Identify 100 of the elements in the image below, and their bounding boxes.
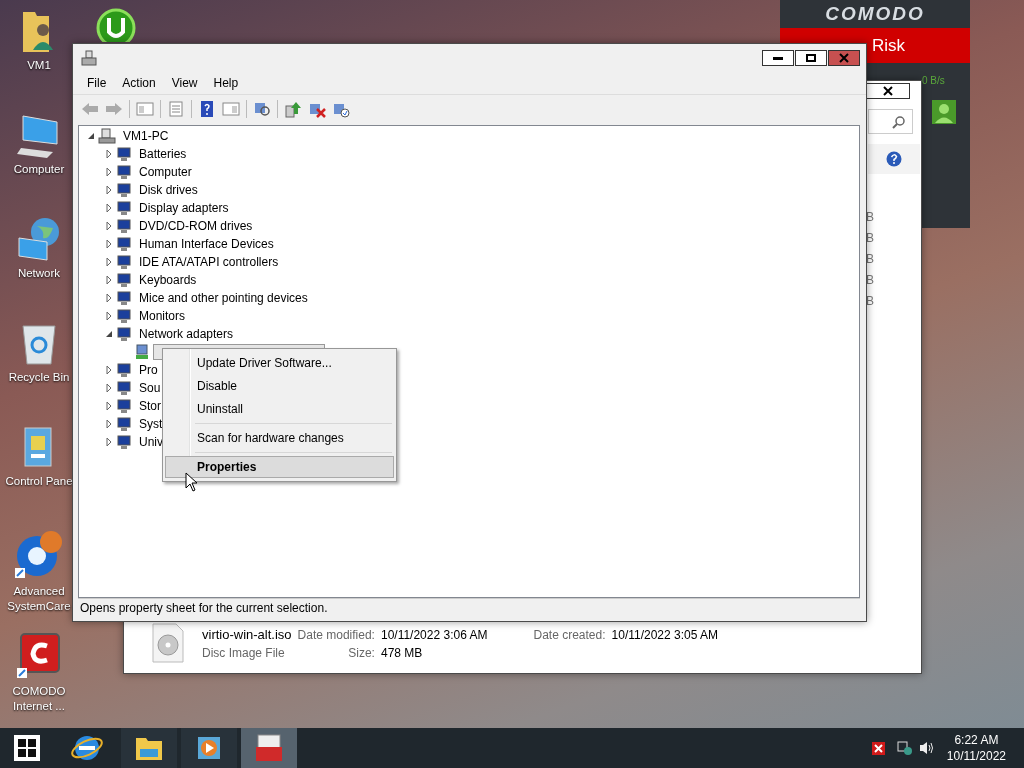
field-label: Date created:: [533, 627, 606, 642]
device-icon: [116, 326, 132, 342]
app-shortcut-icon[interactable]: [95, 8, 137, 42]
expand-arrow-icon[interactable]: [105, 168, 113, 176]
desktop-icon-label[interactable]: VM1: [27, 58, 51, 73]
device-icon: [116, 236, 132, 252]
device-icon: [116, 398, 132, 414]
desktop-icon-label[interactable]: Control Pane: [5, 474, 73, 489]
expand-arrow-icon[interactable]: [105, 312, 113, 320]
help-icon[interactable]: [886, 151, 902, 167]
expand-arrow-icon[interactable]: [105, 384, 113, 392]
update-driver-icon[interactable]: [284, 100, 302, 118]
desktop-icon-label[interactable]: COMODO Internet ...: [4, 684, 74, 714]
security-tray-icon[interactable]: [871, 741, 885, 755]
network-icon[interactable]: [17, 216, 61, 262]
menu-item[interactable]: Action: [114, 74, 164, 92]
context-menu-item[interactable]: Update Driver Software...: [165, 352, 394, 374]
device-icon: [116, 434, 132, 450]
desktop-icon-label[interactable]: Recycle Bin: [8, 370, 70, 385]
table-cell-text: B: [866, 293, 874, 310]
menu-item[interactable]: Help: [205, 74, 247, 92]
taskbar-app-button[interactable]: [181, 728, 237, 768]
minimize-icon: [773, 56, 783, 60]
desktop-icon-label[interactable]: Computer: [13, 162, 65, 177]
status-text: Opens property sheet for the current selection.: [80, 601, 328, 615]
context-menu-item[interactable]: Disable: [165, 375, 394, 397]
expand-arrow-icon[interactable]: [105, 276, 113, 284]
scan-icon[interactable]: [253, 100, 271, 118]
table-cell-text: B: [866, 230, 874, 247]
expand-arrow-icon[interactable]: [105, 204, 113, 212]
close-button[interactable]: [866, 83, 910, 99]
maximize-icon: [806, 54, 816, 62]
device-icon: [116, 164, 132, 180]
tree-item[interactable]: Computer: [135, 163, 196, 181]
tree-item[interactable]: Network adapters: [135, 325, 238, 343]
close-icon: [883, 86, 893, 96]
widget-title: COMODO: [824, 2, 926, 26]
tree-item[interactable]: VM1-PC: [119, 127, 173, 145]
app-shortcut-icon[interactable]: [15, 632, 63, 680]
tree-item[interactable]: Human Interface Devices: [135, 235, 278, 253]
desktop-icon-label[interactable]: Network: [17, 266, 61, 281]
tree-item[interactable]: Syst: [135, 415, 167, 433]
help-icon[interactable]: [198, 100, 216, 118]
network-speed: 0 B/s: [922, 75, 946, 86]
expand-arrow-icon[interactable]: [105, 240, 113, 248]
tree-item[interactable]: Stor: [135, 397, 165, 415]
device-icon: [116, 308, 132, 324]
speaker-icon[interactable]: [918, 741, 935, 755]
expand-arrow-icon[interactable]: [105, 366, 113, 374]
clock[interactable]: 6:22 AM 10/11/2022: [946, 732, 1006, 764]
file-type: Disc Image File: [202, 645, 286, 660]
search-field[interactable]: [868, 109, 913, 134]
field-value: 10/11/2022 3:06 AM: [380, 627, 488, 642]
taskbar-app-button[interactable]: [241, 728, 297, 768]
folder-icon: [135, 735, 163, 761]
app-shortcut-icon[interactable]: [13, 528, 65, 580]
computer-icon: [98, 128, 116, 144]
desktop-icon-label[interactable]: Advanced SystemCare: [4, 584, 74, 614]
expand-arrow-icon[interactable]: [105, 330, 113, 338]
cursor-icon: [185, 472, 198, 492]
tree-item[interactable]: Sou: [135, 379, 165, 397]
maximize-button[interactable]: [795, 50, 827, 66]
tree-item[interactable]: Display adapters: [135, 199, 233, 217]
expand-arrow-icon[interactable]: [105, 294, 113, 302]
expand-arrow-icon[interactable]: [87, 132, 95, 140]
minimize-button[interactable]: [762, 50, 794, 66]
tree-item[interactable]: Batteries: [135, 145, 191, 163]
tree-item[interactable]: Monitors: [135, 307, 189, 325]
device-icon: [116, 254, 132, 270]
expand-arrow-icon[interactable]: [105, 150, 113, 158]
file-name: virtio-win-alt.iso: [202, 626, 292, 642]
tree-item[interactable]: Pro: [135, 361, 162, 379]
expand-arrow-icon[interactable]: [105, 420, 113, 428]
tree-item[interactable]: Mice and other pointing devices: [135, 289, 312, 307]
taskbar-app-button[interactable]: [121, 728, 177, 768]
expand-arrow-icon[interactable]: [105, 258, 113, 266]
context-menu-item[interactable]: Scan for hardware changes: [165, 427, 394, 449]
menu-item[interactable]: View: [163, 74, 206, 92]
field-label: Size:: [348, 645, 375, 660]
context-menu-item[interactable]: Properties: [165, 456, 394, 478]
network-card-icon: [134, 344, 150, 360]
tree-item[interactable]: Disk drives: [135, 181, 202, 199]
tree-item[interactable]: IDE ATA/ATAPI controllers: [135, 253, 283, 271]
expand-arrow-icon[interactable]: [105, 222, 113, 230]
network-tray-icon[interactable]: [896, 740, 913, 756]
expand-arrow-icon[interactable]: [105, 438, 113, 446]
tree-item[interactable]: Keyboards: [135, 271, 201, 289]
search-icon: [892, 114, 906, 129]
device-manager-icon: [81, 50, 97, 66]
start-button[interactable]: [14, 735, 40, 761]
tree-item[interactable]: DVD/CD-ROM drives: [135, 217, 257, 235]
expand-arrow-icon[interactable]: [105, 402, 113, 410]
menu-item[interactable]: File: [79, 74, 115, 92]
expand-arrow-icon[interactable]: [105, 186, 113, 194]
media-player-icon: [196, 735, 222, 761]
field-value: 10/11/2022 3:05 AM: [611, 627, 719, 642]
field-value: 478 MB: [380, 645, 424, 660]
computer-icon[interactable]: [17, 112, 61, 158]
context-menu-item[interactable]: Uninstall: [165, 398, 394, 420]
table-cell-text: B: [866, 251, 874, 268]
